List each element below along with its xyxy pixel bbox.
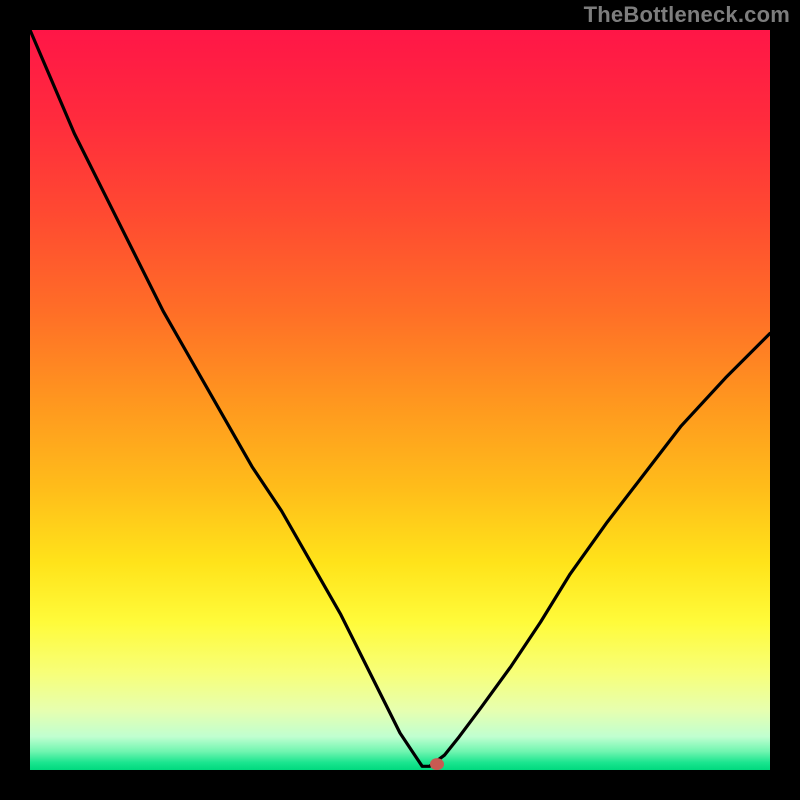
chart-svg [30, 30, 770, 770]
optimum-marker [430, 758, 444, 770]
plot-area [30, 30, 770, 770]
gradient-background [30, 30, 770, 770]
chart-frame: TheBottleneck.com [0, 0, 800, 800]
watermark-text: TheBottleneck.com [584, 2, 790, 28]
